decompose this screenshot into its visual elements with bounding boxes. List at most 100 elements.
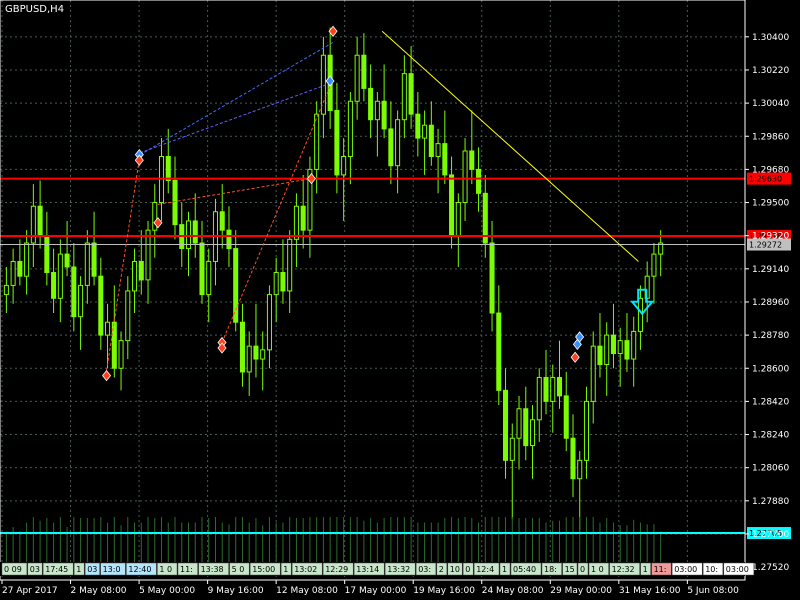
candle-body: [408, 73, 414, 115]
candle-body: [287, 238, 293, 292]
y-tick-label: 1.28060: [752, 464, 789, 474]
separator-label: 12:29: [325, 565, 348, 574]
candle-body: [64, 253, 70, 268]
candle-body: [590, 345, 596, 402]
separator-label: 12:4: [476, 565, 494, 574]
y-tick-label: 1.29860: [752, 132, 789, 142]
y-tick-label: 1.28240: [752, 431, 789, 441]
separator-label: 0 09: [4, 565, 22, 574]
candle-body: [132, 260, 138, 292]
candle-body: [233, 248, 239, 323]
separator-label: 15:00: [252, 565, 275, 574]
separator-label: 10:: [705, 565, 718, 574]
separator-bar: 0 09 03 17:45 1 03 13:0 12:40 1 0 11: 13:38 5 0 15:…: [0, 562, 755, 576]
candle-body: [91, 242, 97, 277]
x-tick-label: 12 May 08:00: [276, 586, 338, 596]
candle-body: [300, 205, 306, 231]
candle-body: [3, 284, 9, 296]
separator-label: 0: [465, 565, 470, 574]
separator-label: 13:02: [294, 565, 317, 574]
separator-label: 1: [643, 565, 648, 574]
y-tick-label: 1.27700: [752, 530, 789, 540]
candle-body: [354, 54, 360, 102]
candle-body: [273, 272, 279, 296]
candle-body: [509, 437, 515, 461]
candle-body: [280, 272, 286, 292]
candle-body: [476, 168, 482, 194]
y-tick-label: 1.27880: [752, 497, 789, 507]
candle-body: [617, 340, 623, 355]
separator-label: 1: [283, 565, 288, 574]
separator-label: 17:45: [45, 565, 68, 574]
candle-body: [347, 100, 353, 158]
candle-body: [172, 179, 178, 226]
price-level-label: 1.29272: [749, 241, 782, 250]
candle-body: [145, 229, 151, 281]
candle-body: [651, 253, 657, 277]
candle-body: [71, 266, 77, 318]
candle-body: [260, 349, 266, 360]
candle-body: [341, 156, 347, 176]
separator-label: 13:32: [387, 565, 410, 574]
separator-label: 03:: [418, 565, 431, 574]
candle-body: [374, 100, 380, 121]
y-tick-label: 1.30220: [752, 66, 789, 76]
candle-body: [624, 340, 630, 360]
candle-body: [469, 150, 475, 170]
candle-body: [17, 260, 23, 277]
candle-body: [219, 211, 225, 231]
candle-body: [78, 284, 84, 318]
x-tick-label: 19 May 16:00: [413, 586, 475, 596]
separator-label: 03: [30, 565, 40, 574]
y-tick-label: 1.29320: [752, 232, 789, 242]
x-tick-label: 9 May 16:00: [208, 586, 264, 596]
separator-label: 13:14: [356, 565, 379, 574]
separator-label: 03: [87, 565, 97, 574]
candle-body: [550, 376, 556, 402]
candle-body: [442, 143, 448, 176]
separator-label: 03:00: [674, 565, 697, 574]
x-tick-label: 5 Jun 08:00: [687, 586, 739, 596]
separator-label: 12:32: [612, 565, 635, 574]
y-tick-label: 1.29500: [752, 199, 789, 209]
candle-body: [536, 376, 542, 421]
candle-body: [98, 275, 104, 336]
candle-body: [556, 376, 563, 397]
candle-body: [583, 400, 590, 461]
separator-label: 18:: [544, 565, 557, 574]
candle-body: [395, 119, 401, 167]
candle-body: [138, 260, 144, 281]
candle-body: [610, 334, 616, 355]
separator-label: 11:: [180, 565, 193, 574]
candle-body: [118, 340, 124, 369]
candle-body: [206, 260, 212, 296]
chart-title: GBPUSD,H4: [5, 4, 64, 15]
separator-label: 11:: [654, 565, 667, 574]
price-chart[interactable]: 1.296301.293181.292721.27705 1.304001.30…: [0, 0, 800, 600]
candle-body: [44, 235, 50, 274]
y-tick-label: 1.28960: [752, 298, 789, 308]
candle-body: [604, 334, 610, 366]
separator-label: 0: [580, 565, 585, 574]
chart-background: [0, 0, 800, 600]
candle-body: [597, 345, 603, 366]
candle-body: [563, 395, 569, 439]
x-tick-label: 24 May 08:00: [482, 586, 544, 596]
y-tick-label: 1.30400: [752, 33, 789, 43]
y-tick-label: 1.28780: [752, 331, 789, 341]
candle-body: [51, 272, 57, 299]
separator-label: 1: [502, 565, 507, 574]
candle-body: [361, 54, 367, 89]
candle-body: [192, 220, 198, 244]
candle-body: [415, 113, 421, 139]
x-tick-label: 31 May 16:00: [619, 586, 681, 596]
separator-label: 1: [76, 565, 81, 574]
candle-body: [462, 150, 468, 204]
x-tick-label: 17 May 00:00: [345, 586, 407, 596]
candle-body: [239, 321, 245, 373]
separator-label: 13:38: [201, 565, 224, 574]
candle-body: [428, 124, 434, 158]
y-tick-label: 1.29140: [752, 265, 789, 275]
candle-body: [57, 253, 63, 299]
separator-label: 1 0: [591, 565, 604, 574]
